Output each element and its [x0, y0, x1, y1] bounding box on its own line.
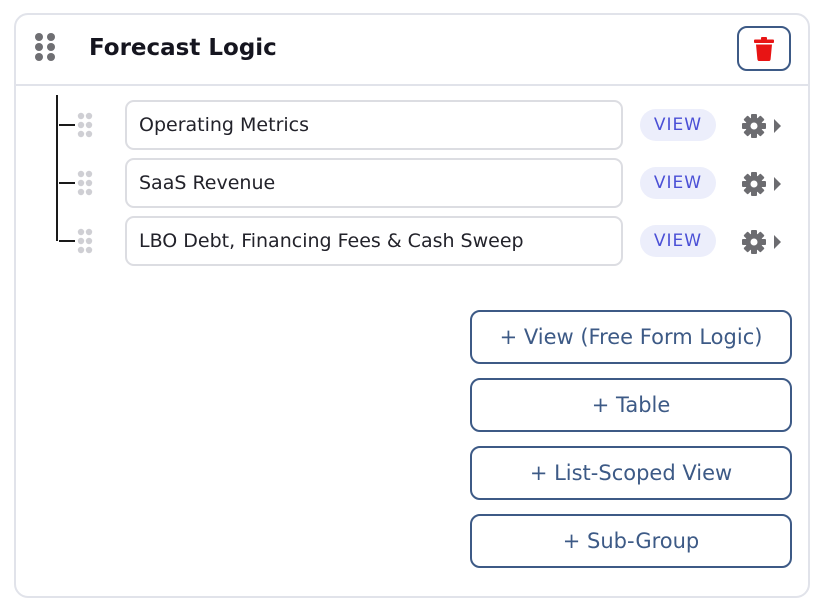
tree-branch: [59, 240, 75, 242]
drag-handle-icon[interactable]: [76, 228, 94, 254]
add-list-scoped-view-button[interactable]: + List-Scoped View: [470, 446, 792, 500]
add-table-button[interactable]: + Table: [470, 378, 792, 432]
list-item: VIEW: [16, 216, 808, 268]
drag-handle-icon[interactable]: [33, 32, 57, 62]
list-item: VIEW: [16, 100, 808, 152]
gear-dropdown-icon[interactable]: [741, 171, 785, 197]
item-name-input[interactable]: [125, 158, 623, 208]
trash-icon: [754, 36, 774, 61]
tree-branch: [59, 182, 75, 184]
view-button[interactable]: VIEW: [640, 225, 716, 257]
tree-branch: [59, 124, 75, 126]
gear-dropdown-icon[interactable]: [741, 229, 785, 255]
add-sub-group-button[interactable]: + Sub-Group: [470, 514, 792, 568]
item-name-input[interactable]: [125, 216, 623, 266]
list-item: VIEW: [16, 158, 808, 210]
group-title: Forecast Logic: [89, 35, 277, 61]
forecast-logic-group: Forecast Logic VIEW: [14, 13, 810, 598]
view-button[interactable]: VIEW: [640, 109, 716, 141]
add-view-button[interactable]: + View (Free Form Logic): [470, 310, 792, 364]
delete-group-button[interactable]: [737, 26, 791, 71]
view-button[interactable]: VIEW: [640, 167, 716, 199]
drag-handle-icon[interactable]: [76, 170, 94, 196]
gear-dropdown-icon[interactable]: [741, 113, 785, 139]
item-name-input[interactable]: [125, 100, 623, 150]
group-header: Forecast Logic: [16, 15, 808, 86]
drag-handle-icon[interactable]: [76, 112, 94, 138]
